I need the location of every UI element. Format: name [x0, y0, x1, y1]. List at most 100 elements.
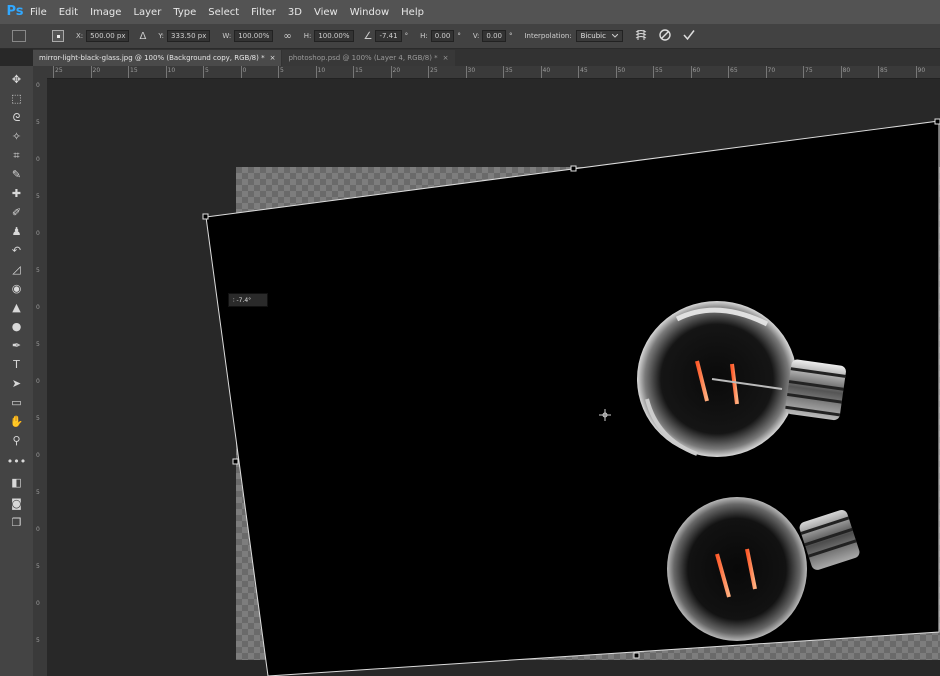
- marquee-tool-icon[interactable]: ⬚: [0, 89, 33, 108]
- ruler-tick: [278, 66, 279, 78]
- photoshop-logo-icon: Ps: [6, 4, 24, 19]
- interpolation-value: Bicubic: [580, 32, 606, 40]
- lasso-tool-icon[interactable]: ᘓ: [0, 108, 33, 127]
- type-tool-icon[interactable]: T: [0, 355, 33, 374]
- document-tab-label: mirror-light-black-glass.jpg @ 100% (Bac…: [39, 54, 265, 62]
- menu-window[interactable]: Window: [350, 7, 389, 18]
- chevron-down-icon: [611, 34, 618, 38]
- rectangle-tool-icon[interactable]: ▭: [0, 393, 33, 412]
- ruler-tick-label: 25: [430, 67, 438, 74]
- ruler-tick: [840, 66, 842, 78]
- ruler-tick: [578, 66, 579, 78]
- paint-bucket-tool-icon[interactable]: ◉: [0, 279, 33, 298]
- ruler-tick-label: 0: [36, 230, 40, 237]
- menu-view[interactable]: View: [314, 7, 338, 18]
- angle-field[interactable]: -7.41: [375, 30, 402, 42]
- color-swatches-icon[interactable]: ◧: [0, 473, 33, 492]
- ruler-tick: [765, 66, 767, 78]
- zoom-tool-icon[interactable]: ⚲: [0, 431, 33, 450]
- vertical-skew-unit: °: [508, 32, 513, 40]
- ruler-tick: [915, 66, 917, 78]
- vertical-ruler[interactable]: 0 5 0 5 0 5 0 5 0 5 0 5 0 5 0 5: [33, 78, 48, 676]
- ruler-tick-label: 5: [36, 341, 40, 348]
- blur-tool-icon[interactable]: ▲: [0, 298, 33, 317]
- x-field[interactable]: 500.00 px: [86, 30, 130, 42]
- more-tools-icon[interactable]: •••: [0, 452, 33, 471]
- ruler-tick: [203, 66, 204, 78]
- move-tool-icon[interactable]: ✥: [0, 70, 33, 89]
- ruler-tick-label: 5: [36, 267, 40, 274]
- ruler-tick-label: 30: [467, 67, 476, 74]
- ruler-tick-label: 5: [36, 489, 40, 496]
- menu-3d[interactable]: 3D: [288, 7, 302, 18]
- dodge-tool-icon[interactable]: ●: [0, 317, 33, 336]
- reference-point-icon[interactable]: [52, 30, 64, 42]
- close-tab-icon[interactable]: ×: [443, 54, 449, 62]
- relative-positioning-icon[interactable]: Δ: [139, 31, 146, 42]
- quick-mask-icon[interactable]: ◙: [0, 494, 33, 513]
- close-tab-icon[interactable]: ×: [270, 54, 276, 62]
- menu-bar: Ps File Edit Image Layer Type Select Filter 3D V…: [0, 0, 940, 24]
- ruler-tick: [53, 66, 54, 78]
- brush-tool-icon[interactable]: ✐: [0, 203, 33, 222]
- ruler-tick: [653, 66, 654, 78]
- document-tab[interactable]: mirror-light-black-glass.jpg @ 100% (Bac…: [33, 50, 282, 66]
- ruler-tick: [690, 66, 692, 78]
- options-bar: X: 500.00 px Δ Y: 333.50 px W: 100.00% ∞…: [0, 24, 940, 49]
- checkmark-icon[interactable]: [683, 29, 695, 44]
- ruler-tick: [240, 66, 242, 78]
- menu-filter[interactable]: Filter: [251, 7, 276, 18]
- crop-tool-icon[interactable]: ⌗: [0, 146, 33, 165]
- warp-icon[interactable]: [635, 29, 647, 44]
- path-selection-tool-icon[interactable]: ➤: [0, 374, 33, 393]
- link-icon[interactable]: ∞: [283, 31, 291, 42]
- menu-select[interactable]: Select: [208, 7, 239, 18]
- y-field[interactable]: 333.50 px: [167, 30, 211, 42]
- rotation-readout: ∶ -7.4°: [228, 293, 268, 307]
- eraser-tool-icon[interactable]: ◿: [0, 260, 33, 279]
- ruler-tick: [128, 66, 129, 78]
- ruler-tick-label: 80: [842, 67, 851, 74]
- document-tab-label: photoshop.psd @ 100% (Layer 4, RGB/8) *: [288, 54, 438, 62]
- ruler-tick-label: 15: [355, 67, 363, 74]
- healing-brush-tool-icon[interactable]: ✚: [0, 184, 33, 203]
- ruler-tick-label: 55: [655, 67, 663, 74]
- ruler-tick-label: 15: [130, 67, 138, 74]
- vertical-skew-field[interactable]: 0.00: [482, 30, 506, 42]
- stamp-tool-icon[interactable]: ♟: [0, 222, 33, 241]
- interpolation-label: Interpolation:: [524, 32, 572, 40]
- magic-wand-tool-icon[interactable]: ✧: [0, 127, 33, 146]
- width-label: W:: [222, 32, 232, 40]
- history-brush-tool-icon[interactable]: ↶: [0, 241, 33, 260]
- menu-file[interactable]: File: [30, 7, 47, 18]
- transform-tool-icon[interactable]: [12, 30, 26, 42]
- hand-tool-icon[interactable]: ✋: [0, 412, 33, 431]
- horizontal-skew-field[interactable]: 0.00: [430, 30, 455, 42]
- menu-layer[interactable]: Layer: [133, 7, 161, 18]
- menu-help[interactable]: Help: [401, 7, 424, 18]
- tools-panel: ✥ ⬚ ᘓ ✧ ⌗ ✎ ✚ ✐ ♟ ↶ ◿ ◉ ▲ ● ✒ T ➤ ▭ ✋ ⚲ ••• ◧ ◙ ❐: [0, 66, 34, 676]
- ruler-tick-label: 0: [36, 82, 40, 89]
- horizontal-ruler[interactable]: 25 20 15 10 5 0 5 10 15 20 25 30 35 40 45 50 55 60 65 70 75 8…: [47, 66, 940, 79]
- ruler-tick-label: 5: [205, 67, 209, 74]
- width-field[interactable]: 100.00%: [234, 30, 274, 42]
- pen-tool-icon[interactable]: ✒: [0, 336, 33, 355]
- cancel-icon[interactable]: [659, 28, 671, 44]
- angle-unit: °: [404, 32, 409, 40]
- height-field[interactable]: 100.00%: [314, 30, 354, 42]
- ruler-tick-label: 20: [92, 67, 101, 74]
- menu-type[interactable]: Type: [173, 7, 196, 18]
- menu-edit[interactable]: Edit: [59, 7, 78, 18]
- ruler-tick-label: 85: [880, 67, 888, 74]
- bulb-photo: [202, 118, 940, 676]
- menu-image[interactable]: Image: [90, 7, 121, 18]
- y-label: Y:: [158, 32, 165, 40]
- ruler-tick: [428, 66, 429, 78]
- ruler-tick-label: 35: [505, 67, 513, 74]
- document-tab[interactable]: photoshop.psd @ 100% (Layer 4, RGB/8) * ×: [282, 50, 455, 66]
- eyedropper-tool-icon[interactable]: ✎: [0, 165, 33, 184]
- interpolation-select[interactable]: Bicubic: [575, 30, 623, 42]
- ruler-tick-label: 60: [692, 67, 701, 74]
- screen-mode-icon[interactable]: ❐: [0, 513, 33, 532]
- document-canvas[interactable]: ∶ -7.4°: [47, 79, 940, 676]
